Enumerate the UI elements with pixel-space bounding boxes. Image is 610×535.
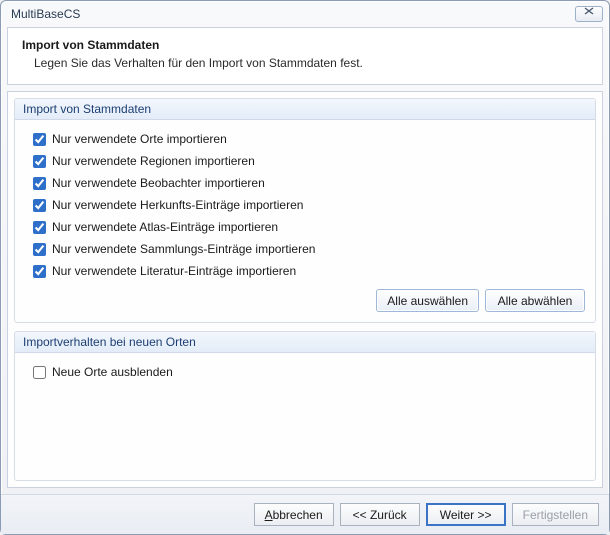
- select-button-row: Alle auswählen Alle abwählen: [376, 289, 585, 312]
- checkbox-regionen[interactable]: [33, 155, 46, 168]
- check-sammlung[interactable]: Nur verwendete Sammlungs-Einträge import…: [25, 238, 585, 260]
- next-button[interactable]: Weiter >>: [426, 503, 506, 526]
- close-button[interactable]: [575, 6, 603, 22]
- check-beobachter[interactable]: Nur verwendete Beobachter importieren: [25, 172, 585, 194]
- check-label: Nur verwendete Herkunfts-Einträge import…: [52, 198, 303, 212]
- finish-button: Fertigstellen: [512, 503, 599, 526]
- window: MultiBaseCS Import von Stammdaten Legen …: [0, 0, 610, 535]
- cancel-button[interactable]: Abbrechen: [254, 503, 334, 526]
- group-header-stammdaten: Import von Stammdaten: [15, 99, 595, 120]
- check-orte[interactable]: Nur verwendete Orte importieren: [25, 128, 585, 150]
- check-label: Neue Orte ausblenden: [52, 365, 173, 379]
- checkbox-literatur[interactable]: [33, 265, 46, 278]
- checkbox-sammlung[interactable]: [33, 243, 46, 256]
- page-title: Import von Stammdaten: [22, 38, 588, 52]
- wizard-footer: Abbrechen << Zurück Weiter >> Fertigstel…: [1, 494, 609, 534]
- back-button[interactable]: << Zurück: [340, 503, 420, 526]
- check-label: Nur verwendete Literatur-Einträge import…: [52, 264, 296, 278]
- checkbox-herkunft[interactable]: [33, 199, 46, 212]
- check-label: Nur verwendete Orte importieren: [52, 132, 227, 146]
- check-label: Nur verwendete Atlas-Einträge importiere…: [52, 220, 278, 234]
- checkbox-orte[interactable]: [33, 133, 46, 146]
- window-title: MultiBaseCS: [11, 7, 80, 21]
- check-label: Nur verwendete Regionen importieren: [52, 154, 255, 168]
- close-icon: [584, 7, 594, 15]
- check-neue-orte[interactable]: Neue Orte ausblenden: [25, 361, 585, 383]
- check-herkunft[interactable]: Nur verwendete Herkunfts-Einträge import…: [25, 194, 585, 216]
- check-label: Nur verwendete Beobachter importieren: [52, 176, 265, 190]
- header-panel: Import von Stammdaten Legen Sie das Verh…: [7, 27, 603, 85]
- deselect-all-button[interactable]: Alle abwählen: [485, 289, 585, 312]
- check-atlas[interactable]: Nur verwendete Atlas-Einträge importiere…: [25, 216, 585, 238]
- checkbox-atlas[interactable]: [33, 221, 46, 234]
- titlebar: MultiBaseCS: [1, 1, 609, 27]
- check-literatur[interactable]: Nur verwendete Literatur-Einträge import…: [25, 260, 585, 282]
- check-label: Nur verwendete Sammlungs-Einträge import…: [52, 242, 315, 256]
- select-all-button[interactable]: Alle auswählen: [376, 289, 479, 312]
- group-import-stammdaten: Import von Stammdaten Nur verwendete Ort…: [14, 98, 596, 323]
- group-import-verhalten: Importverhalten bei neuen Orten Neue Ort…: [14, 331, 596, 481]
- content-area: Import von Stammdaten Nur verwendete Ort…: [7, 91, 603, 488]
- group-body-verhalten: Neue Orte ausblenden: [15, 353, 595, 473]
- page-subtitle: Legen Sie das Verhalten für den Import v…: [22, 56, 588, 70]
- checkbox-beobachter[interactable]: [33, 177, 46, 190]
- group-body-stammdaten: Nur verwendete Orte importieren Nur verw…: [15, 120, 595, 322]
- group-header-verhalten: Importverhalten bei neuen Orten: [15, 332, 595, 353]
- check-regionen[interactable]: Nur verwendete Regionen importieren: [25, 150, 585, 172]
- checkbox-neue-orte[interactable]: [33, 366, 46, 379]
